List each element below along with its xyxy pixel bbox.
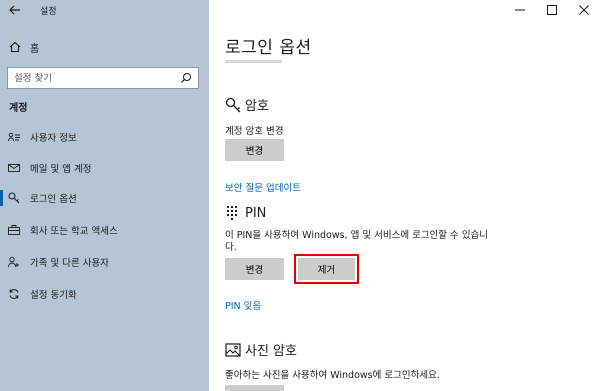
title-underline <box>225 60 282 63</box>
password-heading: 암호 <box>225 95 269 114</box>
page-title: 로그인 옵션 <box>225 38 312 58</box>
sidebar-item-home[interactable]: 홈 <box>8 38 198 56</box>
settings-search[interactable] <box>7 67 199 89</box>
picture-password-heading-text: 사진 암호 <box>245 344 297 359</box>
password-change-button[interactable]: 변경 <box>225 139 284 161</box>
password-description: 계정 암호 변경 <box>225 126 284 137</box>
people-icon <box>8 256 20 268</box>
security-questions-link[interactable]: 보안 질문 업데이트 <box>225 180 301 194</box>
active-indicator <box>0 190 3 206</box>
sidebar-item-sync[interactable]: 설정 동기화 <box>0 282 209 306</box>
maximize-icon[interactable] <box>536 0 568 20</box>
pin-remove-button[interactable]: 제거 <box>294 254 359 284</box>
picture-password-heading: 사진 암호 <box>225 340 297 359</box>
sidebar-item-label: 회사 또는 학교 액세스 <box>30 226 118 237</box>
picture-password-description: 좋아하는 사진을 사용하여 Windows에 로그인하세요. <box>225 370 440 381</box>
sidebar-item-label: 로그인 옵션 <box>30 194 77 205</box>
window-controls <box>504 0 600 20</box>
app-title: 설정 <box>40 7 57 17</box>
close-icon[interactable] <box>568 0 600 20</box>
title-bar: 설정 <box>0 0 209 20</box>
search-icon[interactable] <box>180 72 192 84</box>
forgot-pin-link[interactable]: PIN 잊음 <box>225 298 261 312</box>
sidebar-item-label: 메일 및 앱 계정 <box>30 164 92 175</box>
sidebar: 설정 홈 계정 사용자 정보 메일 및 앱 계정 로그인 옵션 <box>0 0 209 391</box>
sidebar-item-label: 가족 및 다른 사용자 <box>30 258 109 269</box>
pin-description-line2: 다. <box>225 242 237 253</box>
picture-password-add-button[interactable] <box>225 385 284 391</box>
person-card-icon <box>8 131 20 143</box>
sidebar-item-work-school[interactable]: 회사 또는 학교 액세스 <box>0 218 209 242</box>
home-icon <box>8 40 22 54</box>
sidebar-item-mail[interactable]: 메일 및 앱 계정 <box>0 156 209 180</box>
sidebar-item-sign-in-options[interactable]: 로그인 옵션 <box>0 186 209 210</box>
briefcase-icon <box>8 224 20 236</box>
keypad-icon <box>225 205 241 221</box>
section-label-accounts: 계정 <box>9 103 28 114</box>
sidebar-item-user-info[interactable]: 사용자 정보 <box>0 125 209 149</box>
sidebar-item-label: 설정 동기화 <box>30 290 77 301</box>
minimize-icon[interactable] <box>504 0 536 20</box>
sidebar-item-family[interactable]: 가족 및 다른 사용자 <box>0 250 209 274</box>
sidebar-item-label: 사용자 정보 <box>30 133 77 144</box>
pin-heading-text: PIN <box>245 205 267 221</box>
main-content: 로그인 옵션 암호 계정 암호 변경 변경 보안 질문 업데이트 PIN 이 P… <box>209 0 600 391</box>
password-heading-text: 암호 <box>245 99 269 114</box>
home-label: 홈 <box>30 43 40 55</box>
pin-heading: PIN <box>225 205 266 221</box>
key-icon <box>8 192 20 204</box>
picture-icon <box>225 342 241 358</box>
sync-icon <box>8 288 20 300</box>
pin-change-button[interactable]: 변경 <box>225 258 284 280</box>
key-icon <box>225 97 241 113</box>
back-arrow-icon[interactable] <box>8 3 22 17</box>
mail-icon <box>8 162 20 174</box>
pin-description-line1: 이 PIN을 사용하여 Windows, 앱 및 서비스에 로그인할 수 있습니 <box>225 230 489 241</box>
search-input[interactable] <box>8 72 180 84</box>
